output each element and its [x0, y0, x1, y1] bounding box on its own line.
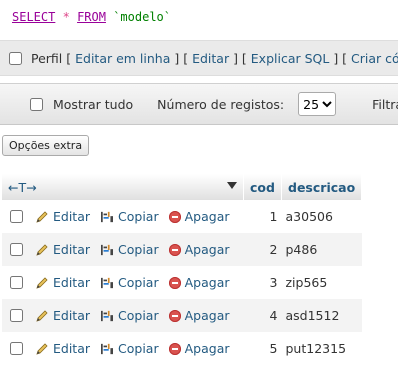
row-checkbox[interactable]	[10, 210, 23, 223]
sql-keyword-from[interactable]: FROM	[77, 10, 106, 24]
copy-icon	[101, 310, 114, 321]
column-header-cod[interactable]: cod	[243, 174, 282, 200]
show-all-label: Mostrar tudo	[53, 96, 134, 112]
row-actions-cell: Editar Copiar Apagar	[2, 233, 244, 266]
sql-query: SELECT * FROM `modelo`	[12, 10, 171, 24]
column-arrows-header[interactable]: ←T→	[2, 174, 244, 200]
cell-descricao[interactable]: zip565	[281, 266, 362, 299]
delete-icon	[168, 276, 181, 289]
delete-row-button[interactable]: Apagar	[168, 242, 230, 257]
copy-row-button[interactable]: Copiar	[100, 275, 159, 290]
sql-table-name: `modelo`	[113, 10, 171, 24]
edit-label: Editar	[53, 209, 91, 224]
delete-icon	[168, 243, 181, 256]
sql-keyword-select[interactable]: SELECT	[12, 10, 55, 24]
pencil-icon	[36, 309, 48, 322]
copy-row-button[interactable]: Copiar	[100, 341, 159, 356]
copy-label: Copiar	[118, 242, 159, 257]
delete-row-button[interactable]: Apagar	[168, 209, 230, 224]
results-table: ←T→ cod descricao Editar Copiar Apagar 1…	[2, 174, 363, 365]
table-row: Editar Copiar Apagar	[2, 299, 362, 332]
cell-cod[interactable]: 2	[243, 233, 282, 266]
copy-icon	[101, 277, 114, 288]
query-links-bar: Perfil [ Editar em linha ] [ Editar ] [ …	[0, 40, 398, 76]
cell-cod[interactable]: 3	[243, 266, 282, 299]
copy-label: Copiar	[118, 275, 159, 290]
filter-label: Filtrar	[372, 96, 398, 112]
cell-cod[interactable]: 4	[243, 299, 282, 332]
delete-row-button[interactable]: Apagar	[168, 308, 230, 323]
extra-options-button[interactable]: Opções extra	[2, 135, 90, 156]
copy-row-button[interactable]: Copiar	[100, 308, 159, 323]
cell-descricao[interactable]: p486	[281, 233, 362, 266]
pencil-icon	[36, 243, 48, 256]
copy-label: Copiar	[118, 308, 159, 323]
copy-icon	[101, 211, 114, 222]
rows-count-select[interactable]: 25	[298, 92, 337, 116]
cell-descricao[interactable]: asd1512	[281, 299, 362, 332]
edit-label: Editar	[53, 341, 91, 356]
delete-label: Apagar	[184, 275, 230, 290]
create-code-link[interactable]: Criar código	[351, 51, 398, 66]
navigation-bar: Mostrar tudo Número de registos: 25 Filt…	[0, 83, 398, 125]
row-checkbox[interactable]	[10, 243, 23, 256]
row-actions-cell: Editar Copiar Apagar	[2, 332, 244, 365]
delete-label: Apagar	[184, 341, 230, 356]
edit-label: Editar	[53, 275, 91, 290]
edit-label: Editar	[53, 308, 91, 323]
column-header-descricao[interactable]: descricao	[281, 174, 363, 200]
row-checkbox[interactable]	[10, 276, 23, 289]
copy-row-button[interactable]: Copiar	[100, 242, 159, 257]
show-all-checkbox[interactable]	[30, 97, 43, 111]
profile-checkbox[interactable]	[9, 51, 22, 65]
table-row: Editar Copiar Apagar	[2, 233, 362, 266]
delete-icon	[168, 309, 181, 322]
edit-row-button[interactable]: Editar	[35, 341, 90, 356]
cell-cod[interactable]: 1	[243, 200, 282, 233]
edit-row-button[interactable]: Editar	[35, 209, 90, 224]
pencil-icon	[36, 342, 48, 355]
cell-cod[interactable]: 5	[243, 332, 282, 365]
column-arrows[interactable]: ←T→	[8, 180, 37, 195]
row-actions-cell: Editar Copiar Apagar	[2, 200, 244, 233]
row-checkbox[interactable]	[10, 342, 23, 355]
copy-label: Copiar	[118, 341, 159, 356]
delete-label: Apagar	[184, 308, 230, 323]
rows-count-label: Número de registos:	[157, 96, 285, 112]
pencil-icon	[36, 276, 48, 289]
delete-icon	[168, 342, 181, 355]
cell-descricao[interactable]: a30506	[281, 200, 362, 233]
copy-row-button[interactable]: Copiar	[100, 209, 159, 224]
copy-icon	[101, 244, 114, 255]
sort-dropdown-icon[interactable]	[227, 182, 237, 189]
edit-row-button[interactable]: Editar	[35, 308, 90, 323]
delete-label: Apagar	[184, 242, 230, 257]
table-row: Editar Copiar Apagar	[2, 332, 362, 365]
table-row: Editar Copiar Apagar	[2, 200, 362, 233]
profile-label: Perfil	[31, 50, 63, 66]
edit-link[interactable]: Editar	[192, 51, 229, 66]
table-row: Editar Copiar Apagar	[2, 266, 362, 299]
edit-inline-link[interactable]: Editar em linha	[75, 51, 170, 66]
row-checkbox[interactable]	[10, 309, 23, 322]
copy-icon	[101, 343, 114, 354]
sql-star: *	[62, 10, 70, 24]
edit-label: Editar	[53, 242, 91, 257]
cell-descricao[interactable]: put12315	[281, 332, 362, 365]
cod-sort-link[interactable]: cod	[250, 180, 275, 195]
delete-row-button[interactable]: Apagar	[168, 341, 230, 356]
row-actions-cell: Editar Copiar Apagar	[2, 266, 244, 299]
edit-row-button[interactable]: Editar	[35, 275, 90, 290]
row-actions-cell: Editar Copiar Apagar	[2, 299, 244, 332]
delete-icon	[168, 210, 181, 223]
explain-sql-link[interactable]: Explicar SQL	[251, 51, 330, 66]
pencil-icon	[36, 210, 48, 223]
copy-label: Copiar	[118, 209, 159, 224]
descricao-sort-link[interactable]: descricao	[288, 180, 355, 195]
edit-row-button[interactable]: Editar	[35, 242, 90, 257]
delete-row-button[interactable]: Apagar	[168, 275, 230, 290]
delete-label: Apagar	[184, 209, 230, 224]
show-all-toggle[interactable]: Mostrar tudo	[30, 97, 133, 112]
